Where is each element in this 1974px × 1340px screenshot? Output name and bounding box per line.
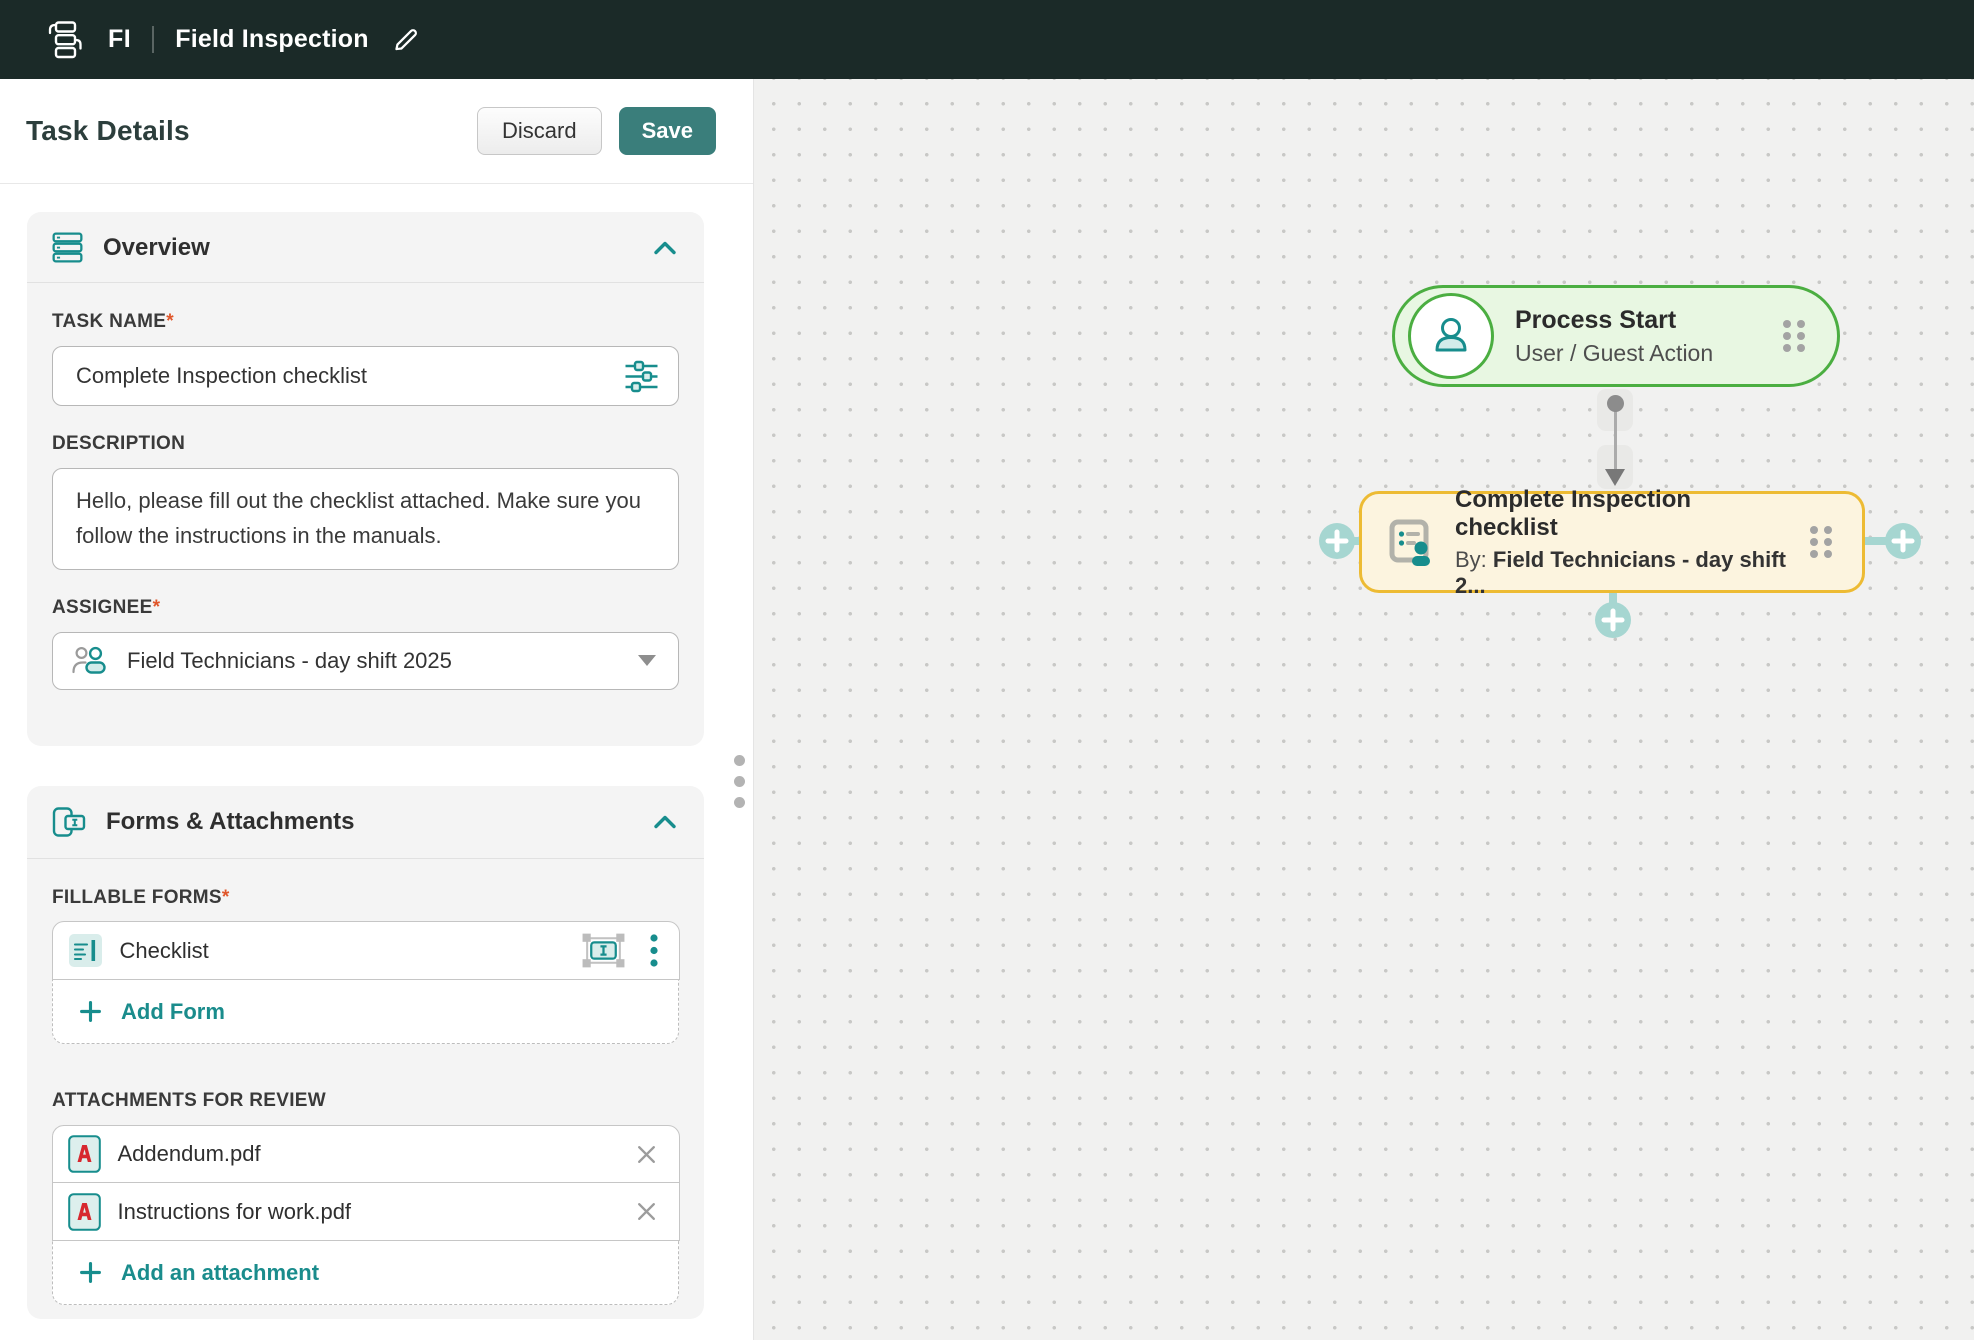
node-subtitle: User / Guest Action: [1515, 340, 1713, 367]
description-textarea[interactable]: Hello, please fill out the checklist att…: [52, 468, 679, 570]
topbar-divider: [152, 26, 154, 53]
add-step-right-button[interactable]: [1885, 523, 1921, 559]
task-name-input[interactable]: Complete Inspection checklist: [52, 346, 679, 406]
description-label: DESCRIPTION: [52, 433, 679, 455]
group-people-icon: [71, 645, 110, 676]
discard-button[interactable]: Discard: [477, 107, 602, 155]
attachment-name: Instructions for work.pdf: [118, 1199, 352, 1225]
task-checklist-icon: [1388, 518, 1434, 566]
plus-icon: [79, 1261, 102, 1284]
edit-pencil-icon[interactable]: [389, 24, 421, 56]
overview-card: Overview TASK NAME* Complete Inspection …: [27, 212, 704, 746]
node-assignee: Field Technicians - day shift 2...: [1455, 547, 1786, 598]
workflow-logo-icon[interactable]: [46, 19, 82, 61]
remove-attachment-icon[interactable]: [634, 1142, 659, 1167]
forms-card-header[interactable]: Forms & Attachments: [27, 786, 704, 859]
node-title: Process Start: [1515, 306, 1713, 335]
connector-dot[interactable]: [1607, 395, 1624, 412]
overview-section-title: Overview: [103, 234, 210, 262]
app-initials: FI: [108, 25, 131, 54]
pdf-file-icon: [68, 1135, 101, 1173]
main-split: Task Details Discard Save: [0, 79, 1974, 1340]
fillable-forms-label: FILLABLE FORMS*: [52, 887, 679, 909]
fillable-forms-group: Checklist: [52, 922, 679, 1045]
forms-section-title: Forms & Attachments: [106, 808, 354, 836]
add-attachment-button[interactable]: Add an attachment: [53, 1241, 678, 1304]
assignee-select[interactable]: Field Technicians - day shift 2025: [52, 632, 679, 690]
drag-handle-icon[interactable]: [1808, 524, 1834, 560]
node-process-start[interactable]: Process Start User / Guest Action: [1392, 285, 1840, 387]
description-value: Hello, please fill out the checklist att…: [76, 488, 641, 548]
node-subtitle: By: Field Technicians - day shift 2...: [1455, 547, 1787, 599]
attachment-row[interactable]: Addendum.pdf: [52, 1125, 680, 1184]
overview-stack-icon: [52, 232, 83, 263]
forms-attachments-card: Forms & Attachments FILLABLE FORMS*: [27, 786, 704, 1320]
attachment-row[interactable]: Instructions for work.pdf: [52, 1182, 680, 1241]
form-name: Checklist: [120, 938, 209, 964]
field-settings-sliders-icon[interactable]: [623, 360, 660, 393]
user-avatar-icon: [1408, 293, 1494, 379]
chevron-up-icon[interactable]: [652, 239, 678, 257]
task-name-label: TASK NAME*: [52, 311, 679, 333]
attachments-group: Addendum.pdf: [52, 1125, 679, 1305]
kebab-menu-icon[interactable]: [649, 933, 659, 968]
save-button[interactable]: Save: [619, 107, 716, 155]
field-mapping-icon[interactable]: [580, 931, 627, 970]
node-complete-inspection-checklist[interactable]: Complete Inspection checklist By: Field …: [1359, 491, 1865, 593]
chevron-up-icon[interactable]: [652, 813, 678, 831]
pdf-file-icon: [68, 1193, 101, 1231]
form-row[interactable]: Checklist: [52, 921, 680, 980]
top-bar: FI Field Inspection: [0, 0, 1974, 79]
required-asterisk: *: [153, 597, 161, 618]
connector-arrowhead-icon: [1605, 469, 1625, 486]
attachments-label: ATTACHMENTS FOR REVIEW: [52, 1090, 679, 1112]
caret-down-icon: [638, 655, 656, 666]
add-form-button[interactable]: Add Form: [53, 980, 678, 1043]
attachment-name: Addendum.pdf: [118, 1141, 261, 1167]
remove-attachment-icon[interactable]: [634, 1199, 659, 1224]
add-step-left-button[interactable]: [1319, 523, 1355, 559]
assignee-label: ASSIGNEE*: [52, 597, 679, 619]
assignee-value: Field Technicians - day shift 2025: [127, 648, 452, 674]
required-asterisk: *: [166, 311, 174, 332]
form-card-icon: [52, 806, 86, 839]
form-document-icon: [68, 933, 103, 968]
overview-card-header[interactable]: Overview: [27, 212, 704, 283]
panel-resize-handle[interactable]: [733, 755, 745, 808]
panel-header: Task Details Discard Save: [0, 79, 753, 184]
page-title: Task Details: [26, 115, 190, 147]
flow-canvas[interactable]: Process Start User / Guest Action: [754, 79, 1974, 1340]
node-title: Complete Inspection checklist: [1455, 486, 1787, 542]
add-step-bottom-button[interactable]: [1595, 602, 1631, 638]
required-asterisk: *: [222, 887, 230, 908]
plus-icon: [79, 1000, 102, 1023]
task-details-panel: Task Details Discard Save: [0, 79, 754, 1340]
task-name-value: Complete Inspection checklist: [76, 363, 367, 389]
process-title: Field Inspection: [175, 25, 369, 54]
connector-line: [1614, 410, 1617, 472]
drag-handle-icon[interactable]: [1781, 318, 1807, 354]
